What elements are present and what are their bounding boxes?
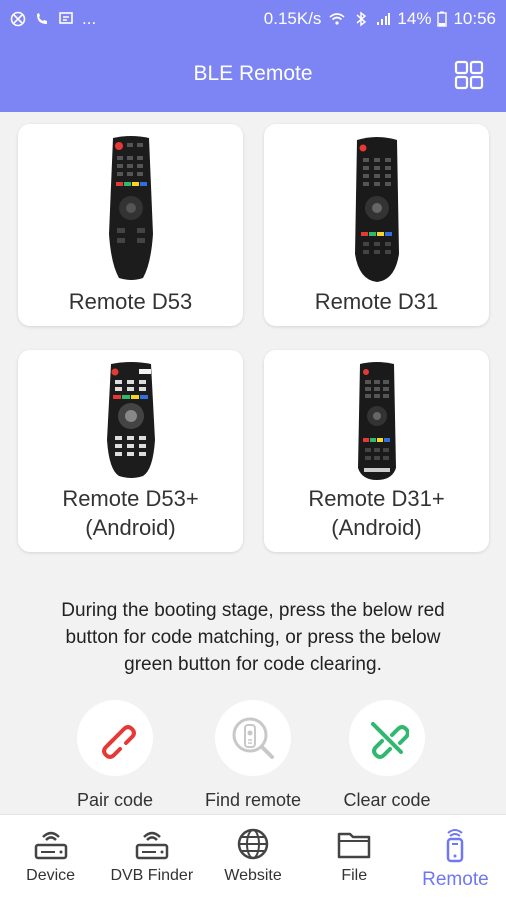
battery-icon xyxy=(437,11,448,27)
page-title: BLE Remote xyxy=(193,62,313,85)
folder-icon xyxy=(337,832,371,859)
pair-code-button[interactable]: Pair code xyxy=(50,700,180,811)
main-content: Remote D53 Remote D31 Remote D53+ (Andro… xyxy=(0,112,506,814)
remote-d31-plus-os: (Android) xyxy=(331,515,422,540)
find-remote-label: Find remote xyxy=(204,790,302,810)
remote-phone-icon xyxy=(447,829,464,863)
remote-d53-plus-label: Remote D53+ (Android) xyxy=(18,484,243,542)
instruction-text: During the booting stage, press the belo… xyxy=(18,597,488,678)
clear-code-button[interactable]: Clear code xyxy=(322,700,452,811)
nav-item-remote[interactable]: Remote xyxy=(405,815,506,900)
instruction-line-3: green button for code clearing. xyxy=(124,654,382,675)
remote-d53-label: Remote D53 xyxy=(68,289,193,314)
nav-label-file: File xyxy=(341,867,368,884)
router-icon xyxy=(34,831,67,860)
message-icon xyxy=(59,12,73,24)
instruction-line-1: During the booting stage, press the belo… xyxy=(61,600,445,621)
remote-d53-plus-name: Remote D53+ xyxy=(62,486,199,511)
app-bar: BLE Remote xyxy=(0,38,506,112)
find-remote-icon xyxy=(232,717,274,759)
router-icon xyxy=(135,831,169,860)
pair-code-circle[interactable] xyxy=(77,700,153,776)
nav-label-dvb-finder: DVB Finder xyxy=(110,867,194,884)
wifi-icon xyxy=(329,13,345,25)
battery-percent: 14% xyxy=(397,9,432,28)
find-remote-circle[interactable] xyxy=(215,700,291,776)
pair-code-label: Pair code xyxy=(76,790,154,810)
grid-icon[interactable] xyxy=(454,60,484,90)
nav-item-file[interactable]: File xyxy=(304,815,405,900)
remote-card-d31[interactable]: Remote D31 xyxy=(264,124,489,326)
nav-label-remote: Remote xyxy=(422,869,489,890)
clock: 10:56 xyxy=(453,9,496,28)
bottom-navigation: Device DVB Finder Website File Remote xyxy=(0,814,506,900)
status-bar: ... 0.15K/s 14% 10:56 xyxy=(0,0,506,38)
remote-card-d53-plus[interactable]: Remote D53+ (Android) xyxy=(18,350,243,552)
link-icon xyxy=(102,725,136,759)
nav-item-dvb-finder[interactable]: DVB Finder xyxy=(101,815,202,900)
bluetooth-icon xyxy=(356,11,367,27)
nav-item-website[interactable]: Website xyxy=(202,815,303,900)
status-dots: ... xyxy=(82,9,97,28)
missed-call-icon xyxy=(37,13,47,24)
remote-d53-plus-os: (Android) xyxy=(85,515,176,540)
find-remote-button[interactable]: Find remote xyxy=(188,700,318,811)
instruction-line-2: button for code matching, or press the b… xyxy=(65,627,441,648)
unlink-icon xyxy=(371,722,409,759)
clear-code-label: Clear code xyxy=(343,790,431,810)
nav-label-device: Device xyxy=(26,867,76,884)
remote-card-d31-plus[interactable]: Remote D31+ (Android) xyxy=(264,350,489,552)
remote-d53-image xyxy=(108,136,153,280)
blocked-call-icon xyxy=(10,11,26,27)
nav-label-website: Website xyxy=(224,867,282,884)
remote-d31-plus-name: Remote D31+ xyxy=(308,486,445,511)
remote-d31-label: Remote D31 xyxy=(314,289,439,314)
remote-d31-plus-label: Remote D31+ (Android) xyxy=(264,484,489,542)
globe-icon xyxy=(237,828,269,860)
signal-icon xyxy=(377,13,391,25)
remote-card-d53[interactable]: Remote D53 xyxy=(18,124,243,326)
remote-d31-plus-image xyxy=(357,362,396,480)
remote-d31-image xyxy=(354,137,399,282)
remote-d53-plus-image xyxy=(106,362,155,478)
nav-item-device[interactable]: Device xyxy=(0,815,101,900)
clear-code-circle[interactable] xyxy=(349,700,425,776)
network-speed: 0.15K/s xyxy=(263,9,322,28)
